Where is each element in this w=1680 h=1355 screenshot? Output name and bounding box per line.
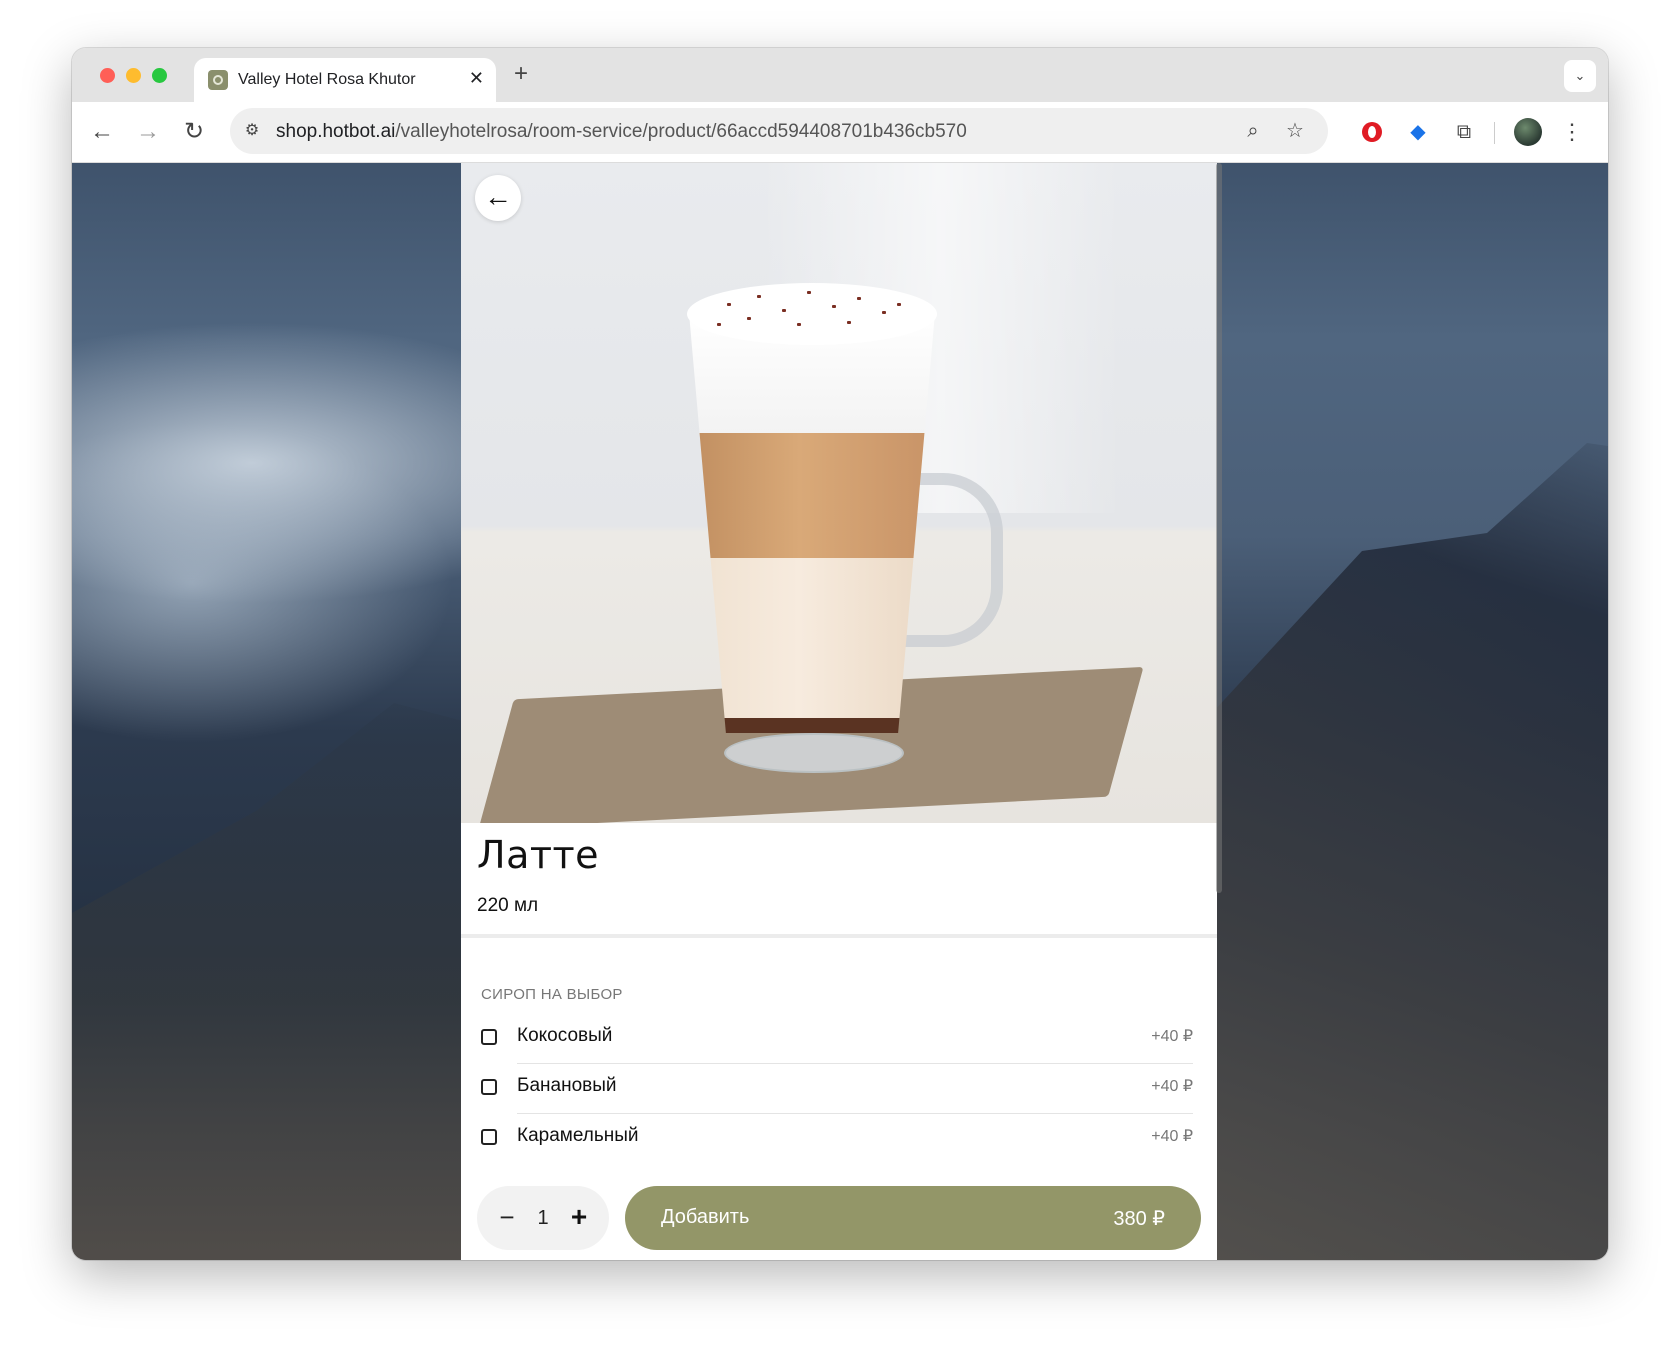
option-label: Карамельный: [517, 1125, 639, 1146]
favicon-icon: [208, 70, 228, 90]
page-viewport: ← Латте 220 мл СИРОП НА ВЫБОР Кокосовый …: [72, 163, 1608, 1260]
page-scrollbar[interactable]: [1216, 163, 1222, 893]
option-price: +40 ₽: [1151, 1128, 1193, 1145]
tune-icon[interactable]: ⚙: [240, 119, 264, 143]
new-tab-button[interactable]: +: [506, 60, 536, 88]
option-row-coconut[interactable]: Кокосовый +40 ₽: [481, 1014, 1193, 1064]
kebab-icon[interactable]: ⋮: [1560, 118, 1584, 146]
cocoa-sprinkle: [782, 309, 786, 312]
browser-toolbar: ← → ↻ ⚙ shop.hotbot.ai/valleyhotelrosa/r…: [72, 102, 1608, 163]
url-text[interactable]: shop.hotbot.ai/valleyhotelrosa/room-serv…: [276, 121, 967, 143]
product-info: Латте 220 мл: [461, 823, 1217, 933]
tab-close-icon[interactable]: ✕: [469, 68, 484, 89]
order-footer: − 1 + Добавить 380 ₽: [461, 1178, 1217, 1260]
foam-cap: [687, 283, 937, 345]
option-row-banana[interactable]: Банановый +40 ₽: [481, 1064, 1193, 1114]
arrow-left-icon: ←: [484, 181, 512, 212]
milk-layer: [689, 558, 935, 718]
option-row-caramel[interactable]: Карамельный +40 ₽: [481, 1114, 1193, 1164]
cocoa-sprinkle: [857, 297, 861, 300]
url-host: shop.hotbot.ai: [276, 121, 396, 142]
latte-glass: [687, 283, 937, 753]
cocoa-sprinkle: [757, 295, 761, 298]
product-title: Латте: [477, 833, 600, 877]
options-heading: СИРОП НА ВЫБОР: [481, 986, 623, 1003]
option-price: +40 ₽: [1151, 1078, 1193, 1095]
reload-button[interactable]: ↻: [178, 116, 210, 148]
url-path: /valleyhotelrosa/room-service/product/66…: [395, 121, 967, 142]
address-bar[interactable]: ⚙ shop.hotbot.ai/valleyhotelrosa/room-se…: [230, 108, 1328, 154]
tag-extension-icon[interactable]: ◆: [1404, 118, 1432, 146]
option-checkbox[interactable]: [481, 1079, 497, 1095]
arrow-right-icon: →: [136, 118, 160, 145]
cocoa-sprinkle: [847, 321, 851, 324]
star-icon[interactable]: ☆: [1282, 118, 1308, 144]
cocoa-sprinkle: [797, 323, 801, 326]
cocoa-sprinkle: [832, 305, 836, 308]
quantity-stepper: − 1 +: [477, 1186, 609, 1250]
cocoa-sprinkle: [717, 323, 721, 326]
puzzle-icon[interactable]: ⧉: [1450, 118, 1478, 146]
add-button-label: Добавить: [661, 1206, 750, 1228]
browser-tab[interactable]: Valley Hotel Rosa Khutor ✕: [194, 58, 496, 102]
tab-search-button[interactable]: ⌄: [1564, 60, 1596, 92]
decrease-quantity-button[interactable]: −: [487, 1186, 527, 1250]
cocoa-sprinkle: [747, 317, 751, 320]
browser-window: Valley Hotel Rosa Khutor ✕ + ⌄ ← → ↻ ⚙ s…: [72, 48, 1608, 1260]
zoom-icon[interactable]: ⌕: [1240, 118, 1266, 144]
tab-bar: Valley Hotel Rosa Khutor ✕ + ⌄: [72, 48, 1608, 102]
option-label: Кокосовый: [517, 1025, 613, 1046]
forward-nav-button[interactable]: →: [132, 116, 164, 148]
coffee-layer: [689, 433, 935, 558]
product-photo: [461, 163, 1217, 830]
add-button-price: 380 ₽: [1113, 1208, 1165, 1230]
option-checkbox[interactable]: [481, 1129, 497, 1145]
quantity-value: 1: [537, 1207, 549, 1229]
toolbar-divider: [1494, 122, 1495, 144]
cocoa-sprinkle: [882, 311, 886, 314]
option-price: +40 ₽: [1151, 1028, 1193, 1045]
add-to-cart-button[interactable]: Добавить 380 ₽: [625, 1186, 1201, 1250]
option-label: Банановый: [517, 1075, 617, 1096]
tab-title: Valley Hotel Rosa Khutor: [238, 71, 416, 88]
back-nav-button[interactable]: ←: [86, 116, 118, 148]
cocoa-sprinkle: [727, 303, 731, 306]
glass-body: [689, 313, 935, 733]
chevron-down-icon: ⌄: [1574, 68, 1586, 83]
back-button[interactable]: ←: [475, 175, 521, 221]
opera-extension-icon[interactable]: [1358, 118, 1386, 146]
minimize-window-button[interactable]: [126, 68, 141, 83]
avatar[interactable]: [1514, 118, 1542, 146]
product-volume: 220 мл: [477, 895, 539, 916]
reload-icon: ↻: [183, 118, 205, 145]
cocoa-sprinkle: [897, 303, 901, 306]
close-window-button[interactable]: [100, 68, 115, 83]
product-card: ← Латте 220 мл СИРОП НА ВЫБОР Кокосовый …: [461, 163, 1217, 1260]
cocoa-sprinkle: [807, 291, 811, 294]
syrup-layer: [689, 718, 935, 733]
zoom-window-button[interactable]: [152, 68, 167, 83]
syrup-options: СИРОП НА ВЫБОР Кокосовый +40 ₽ Банановый…: [461, 938, 1217, 1158]
option-checkbox[interactable]: [481, 1029, 497, 1045]
arrow-left-icon: ←: [90, 118, 114, 145]
increase-quantity-button[interactable]: +: [559, 1186, 599, 1250]
